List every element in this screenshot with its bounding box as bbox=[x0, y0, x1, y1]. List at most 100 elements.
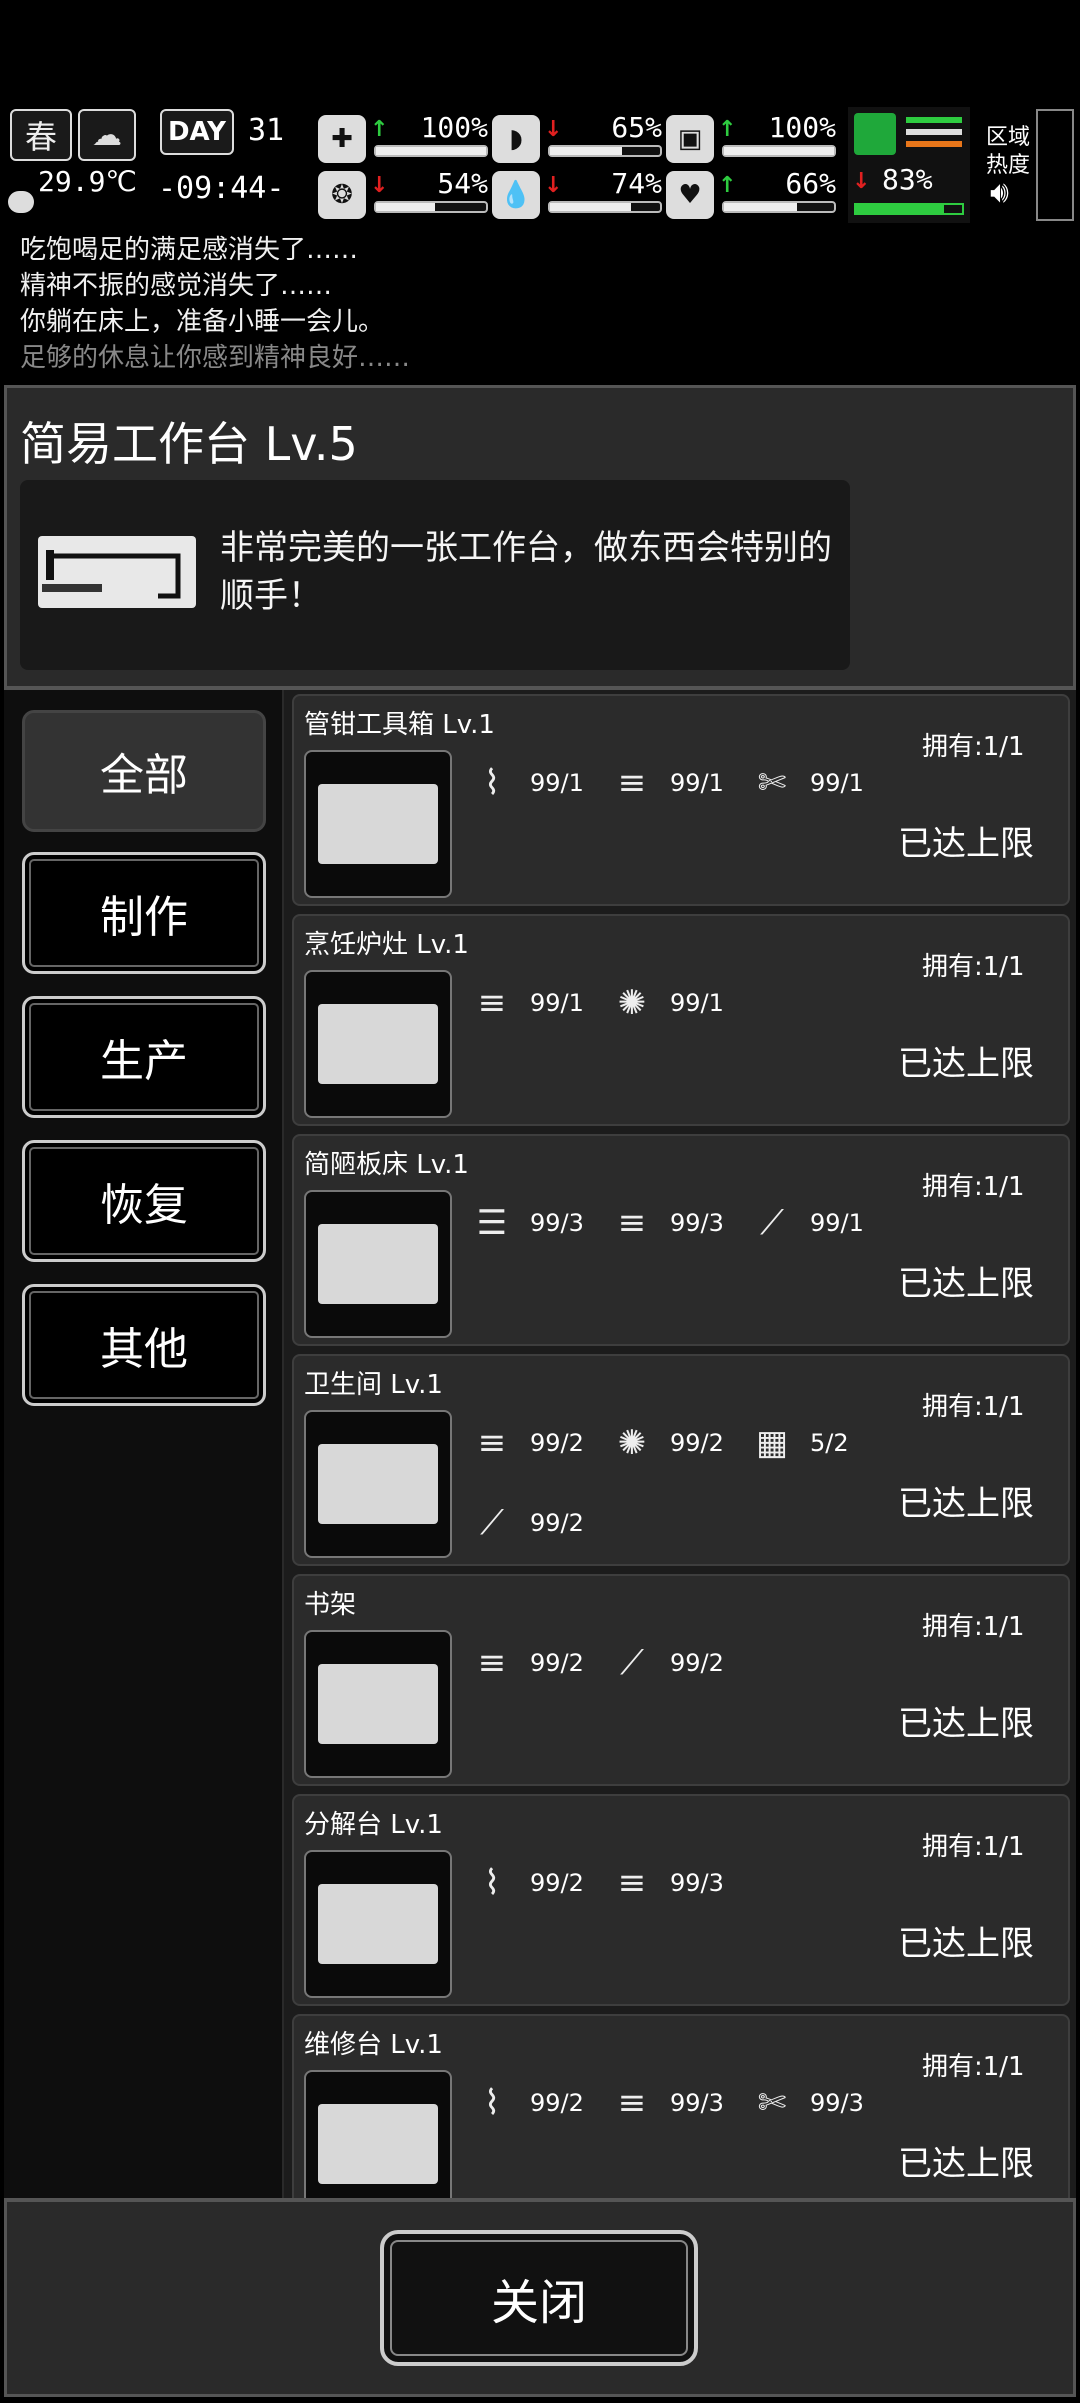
thermometer-icon bbox=[8, 191, 34, 213]
status-hud: 春 ☁ 29.9℃ DAY 31 -09:44- ✚ ↑ 100% ◗ ↓ 65% ▣ ↑ 10… bbox=[0, 105, 1080, 225]
material-count: 99/1 bbox=[530, 989, 584, 1017]
recipe-item[interactable]: 管钳工具箱 Lv.1 拥有:1/1 已达上限 ⌇ 99/1 ≡ 99/1 ✄ 99/1 bbox=[292, 694, 1070, 906]
status-label: 已达上限 bbox=[898, 1264, 1034, 1304]
stat-value: 54% bbox=[437, 167, 488, 200]
close-button[interactable]: 关闭 bbox=[380, 2230, 698, 2366]
stat-sanity: ❂ ↓ 54% bbox=[318, 167, 490, 223]
recipe-item[interactable]: 分解台 Lv.1 拥有:1/1 已达上限 ⌇ 99/2 ≡ 99/3 bbox=[292, 1794, 1070, 2006]
stat-thirst: 💧 ↓ 74% bbox=[492, 167, 664, 223]
status-label: 已达上限 bbox=[898, 824, 1034, 864]
cloth-icon: ☰ bbox=[476, 1203, 508, 1243]
leg-bar bbox=[854, 203, 964, 215]
recipe-name: 简陋板床 Lv.1 bbox=[304, 1150, 469, 1180]
stat-value: 74% bbox=[611, 167, 662, 200]
material-count: 5/2 bbox=[810, 1429, 849, 1457]
event-log: 吃饱喝足的满足感消失了…… 精神不振的感觉消失了…… 你躺在床上，准备小睡一会儿… bbox=[20, 232, 1060, 376]
stat-bar bbox=[722, 145, 836, 157]
status-label: 已达上限 bbox=[898, 1924, 1034, 1964]
log-line: 精神不振的感觉消失了…… bbox=[20, 271, 333, 301]
material-count: 99/1 bbox=[670, 769, 724, 797]
water-drop-icon: 💧 bbox=[492, 171, 540, 219]
wood-logs-icon: ≡ bbox=[617, 763, 647, 803]
recipe-item[interactable]: 书架 拥有:1/1 已达上限 ≡ 99/2 ⟋ 99/2 bbox=[292, 1574, 1070, 1786]
medkit-icon: ✚ bbox=[318, 115, 366, 163]
recipe-name: 管钳工具箱 Lv.1 bbox=[304, 710, 495, 740]
recipe-name: 分解台 Lv.1 bbox=[304, 1810, 443, 1840]
material-count: 99/2 bbox=[530, 1509, 584, 1537]
season-label: 春 bbox=[24, 118, 57, 156]
leg-icon bbox=[854, 113, 896, 155]
recipe-name: 卫生间 Lv.1 bbox=[304, 1370, 443, 1400]
zone-heat-meter bbox=[1036, 109, 1074, 221]
recipe-item[interactable]: 卫生间 Lv.1 拥有:1/1 已达上限 ≡ 99/2 ✺ 99/2 ▦ 5/2 ⟋ 99/2 bbox=[292, 1354, 1070, 1566]
material-requirement: ≡ 99/2 bbox=[464, 1638, 590, 1688]
tab-craft[interactable]: 制作 bbox=[22, 852, 266, 974]
recipe-thumbnail bbox=[304, 1190, 452, 1338]
fiber-icon: ✺ bbox=[617, 1423, 647, 1463]
status-label: 已达上限 bbox=[898, 1044, 1034, 1084]
capsule-icon: ▣ bbox=[666, 115, 714, 163]
owned-count: 拥有:1/1 bbox=[922, 952, 1025, 982]
temperature-display: 29.9℃ bbox=[8, 165, 138, 217]
material-requirement: ≡ 99/3 bbox=[604, 1858, 730, 1908]
log-line: 足够的休息让你感到精神良好…… bbox=[20, 343, 411, 373]
stat-hunger: ◗ ↓ 65% bbox=[492, 111, 664, 167]
tape-icon: ✄ bbox=[757, 763, 787, 803]
recipe-name: 书架 bbox=[304, 1590, 357, 1620]
tab-recovery[interactable]: 恢复 bbox=[22, 1140, 266, 1262]
nails-icon: ⟋ bbox=[760, 1203, 784, 1243]
pipe-icon: ⌇ bbox=[483, 1863, 501, 1903]
material-requirement: ✺ 99/2 bbox=[604, 1418, 730, 1468]
recipe-item[interactable]: 简陋板床 Lv.1 拥有:1/1 已达上限 ☰ 99/3 ≡ 99/3 ⟋ 99/1 bbox=[292, 1134, 1070, 1346]
stat-bar bbox=[722, 201, 836, 213]
recipe-item[interactable]: 烹饪炉灶 Lv.1 拥有:1/1 已达上限 ≡ 99/1 ✺ 99/1 bbox=[292, 914, 1070, 1126]
bricks-icon: ▦ bbox=[755, 1423, 789, 1463]
recipe-name: 烹饪炉灶 Lv.1 bbox=[304, 930, 469, 960]
stat-value: 100% bbox=[420, 111, 488, 144]
season-badge: 春 bbox=[10, 109, 72, 161]
owned-count: 拥有:1/1 bbox=[922, 732, 1025, 762]
material-requirement: ✄ 99/3 bbox=[744, 2078, 870, 2128]
status-label: 已达上限 bbox=[898, 2144, 1034, 2184]
wood-logs-icon: ≡ bbox=[617, 1863, 647, 1903]
recipe-thumbnail bbox=[304, 2070, 452, 2198]
pipe-icon: ⌇ bbox=[483, 2083, 501, 2123]
wood-logs-icon: ≡ bbox=[477, 983, 507, 1023]
recipe-list[interactable]: 管钳工具箱 Lv.1 拥有:1/1 已达上限 ⌇ 99/1 ≡ 99/1 ✄ 99/1 烹饪炉灶 … bbox=[284, 690, 1076, 2198]
material-requirement: ✄ 99/1 bbox=[744, 758, 870, 808]
recipe-name: 维修台 Lv.1 bbox=[304, 2030, 443, 2060]
owned-count: 拥有:1/1 bbox=[922, 1832, 1025, 1862]
log-line: 你躺在床上，准备小睡一会儿。 bbox=[20, 307, 385, 337]
speaker-icon[interactable]: 🔊︎ bbox=[990, 175, 1009, 210]
recipe-item[interactable]: 维修台 Lv.1 拥有:1/1 已达上限 ⌇ 99/2 ≡ 99/3 ✄ 99/3 bbox=[292, 2014, 1070, 2198]
stat-value: 100% bbox=[768, 111, 836, 144]
material-count: 99/1 bbox=[810, 769, 864, 797]
material-requirement: ≡ 99/1 bbox=[464, 978, 590, 1028]
tab-production[interactable]: 生产 bbox=[22, 996, 266, 1118]
pipe-icon: ⌇ bbox=[483, 763, 501, 803]
stomach-icon: ◗ bbox=[492, 115, 540, 163]
material-count: 99/2 bbox=[530, 2089, 584, 2117]
tape-icon: ✄ bbox=[757, 2083, 787, 2123]
day-number: 31 bbox=[248, 113, 285, 148]
material-count: 99/2 bbox=[670, 1649, 724, 1677]
stat-health: ✚ ↑ 100% bbox=[318, 111, 490, 167]
material-count: 99/3 bbox=[530, 1209, 584, 1237]
stat-value: 66% bbox=[785, 167, 836, 200]
material-requirement: ≡ 99/2 bbox=[464, 1418, 590, 1468]
material-count: 99/2 bbox=[530, 1649, 584, 1677]
material-requirement: ⟋ 99/2 bbox=[464, 1498, 590, 1548]
stat-bar bbox=[548, 201, 662, 213]
material-count: 99/1 bbox=[530, 769, 584, 797]
tab-all[interactable]: 全部 bbox=[22, 710, 266, 832]
stat-mood: ♥ ↑ 66% bbox=[666, 167, 838, 223]
category-tabs: 全部 制作 生产 恢复 其他 bbox=[4, 690, 282, 2198]
material-requirement: ⌇ 99/1 bbox=[464, 758, 590, 808]
trend-arrow: ↓ bbox=[544, 173, 563, 198]
status-label: 已达上限 bbox=[898, 1484, 1034, 1524]
tab-other[interactable]: 其他 bbox=[22, 1284, 266, 1406]
recipe-thumbnail bbox=[304, 1410, 452, 1558]
fiber-icon: ✺ bbox=[617, 983, 647, 1023]
material-requirement: ⌇ 99/2 bbox=[464, 1858, 590, 1908]
owned-count: 拥有:1/1 bbox=[922, 2052, 1025, 2082]
